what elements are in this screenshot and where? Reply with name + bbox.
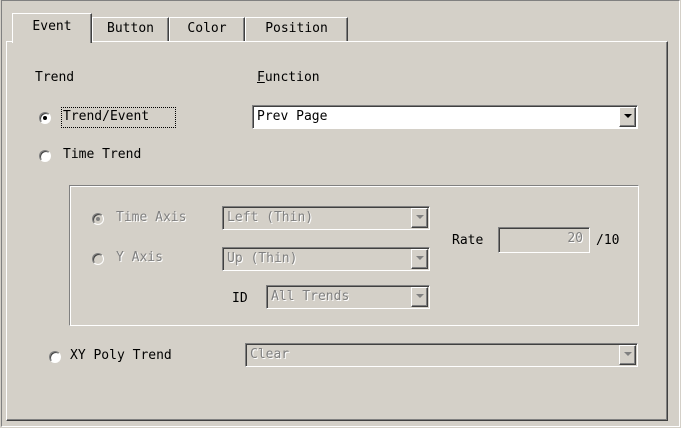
xy-poly-dropdown-button[interactable] xyxy=(619,345,636,365)
xy-poly-trend-label[interactable]: XY Poly Trend xyxy=(70,348,172,363)
id-value: All Trends xyxy=(271,289,350,304)
function-dropdown-button[interactable] xyxy=(619,107,636,127)
tab-position-label: Position xyxy=(265,21,328,36)
function-select-value: Prev Page xyxy=(257,109,328,124)
trend-heading: Trend xyxy=(35,70,75,85)
tab-button[interactable]: Button xyxy=(92,17,169,41)
rate-input[interactable]: 20 xyxy=(498,227,590,253)
xy-poly-value: Clear xyxy=(250,347,290,362)
chevron-down-icon xyxy=(624,114,632,118)
radio-y-axis[interactable] xyxy=(92,253,104,265)
y-axis-select[interactable]: Up (Thin) xyxy=(222,247,430,271)
xy-poly-select[interactable]: Clear xyxy=(245,343,638,367)
function-heading: Function xyxy=(257,70,320,85)
radio-time-trend[interactable] xyxy=(39,150,51,162)
radio-time-axis[interactable] xyxy=(92,213,104,225)
tab-position[interactable]: Position xyxy=(245,17,348,41)
radio-trend-event[interactable] xyxy=(39,112,51,124)
time-axis-value: Left (Thin) xyxy=(227,210,314,225)
tab-color-label: Color xyxy=(187,21,227,36)
chevron-down-icon xyxy=(416,215,424,219)
chevron-down-icon xyxy=(416,294,424,298)
y-axis-label[interactable]: Y Axis xyxy=(116,250,163,265)
time-axis-dropdown-button[interactable] xyxy=(411,208,428,228)
tab-color[interactable]: Color xyxy=(169,17,245,41)
id-select[interactable]: All Trends xyxy=(266,285,430,309)
id-dropdown-button[interactable] xyxy=(411,287,428,307)
y-axis-dropdown-button[interactable] xyxy=(411,249,428,269)
rate-label: Rate xyxy=(452,233,484,248)
tab-event-label: Event xyxy=(32,19,72,34)
rate-unit-label: /10 xyxy=(596,233,620,248)
chevron-down-icon xyxy=(416,256,424,260)
trend-event-label[interactable]: Trend/Event xyxy=(63,109,149,124)
tab-event[interactable]: Event xyxy=(12,13,92,43)
function-select[interactable]: Prev Page xyxy=(252,105,638,129)
time-axis-select[interactable]: Left (Thin) xyxy=(222,206,430,230)
chevron-down-icon xyxy=(624,352,632,356)
id-label: ID xyxy=(232,291,248,306)
tab-button-label: Button xyxy=(107,21,154,36)
time-trend-label[interactable]: Time Trend xyxy=(63,147,141,162)
time-axis-label[interactable]: Time Axis xyxy=(116,210,186,225)
y-axis-value: Up (Thin) xyxy=(227,251,298,266)
radio-xy-poly-trend[interactable] xyxy=(49,351,61,363)
